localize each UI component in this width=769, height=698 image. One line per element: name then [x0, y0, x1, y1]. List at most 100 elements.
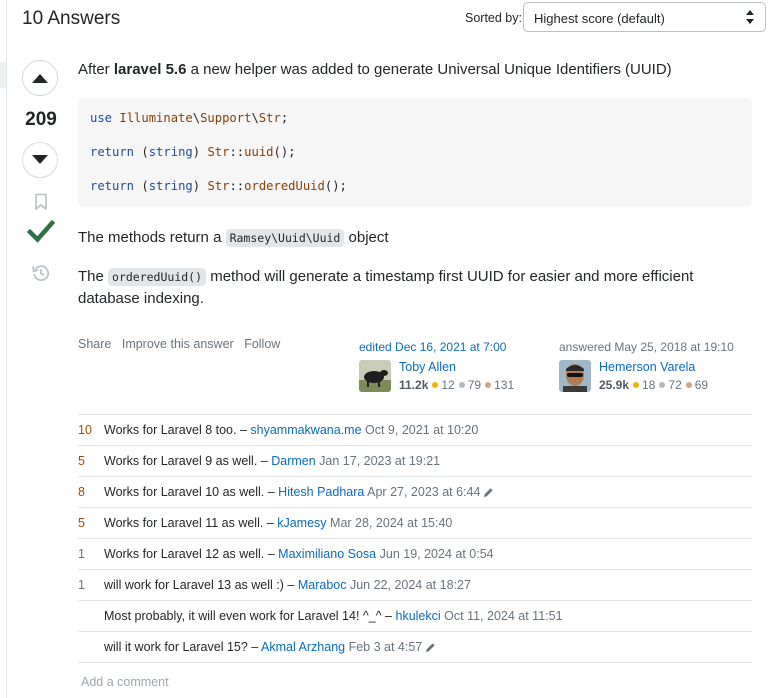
share-link[interactable]: Share [78, 337, 111, 351]
code-operator: :: [229, 145, 245, 159]
comment-date-link[interactable]: Mar 28, 2024 at 15:40 [330, 516, 452, 530]
code-paren: ) [192, 179, 201, 193]
code-function: orderedUuid [244, 179, 325, 193]
code-line-2: return (string) Str::uuid(); [90, 145, 296, 159]
comment-user-link[interactable]: Maraboc [298, 578, 347, 592]
add-comment-link[interactable]: Add a comment [81, 675, 169, 689]
code-class: Str [207, 179, 230, 193]
code-separator: \ [251, 111, 259, 125]
comment-score: 1 [78, 547, 85, 561]
comment-text: Works for Laravel 12 as well. – [104, 547, 275, 561]
edit-date-link[interactable]: edited Dec 16, 2021 at 7:00 [359, 340, 506, 354]
code-block: use Illuminate\Support\Str; return (stri… [78, 98, 752, 207]
comment-item: 10 Works for Laravel 8 too. – shyammakwa… [78, 415, 752, 446]
silver-badge-icon [458, 382, 465, 389]
answers-count-heading: 10 Answers [22, 8, 121, 29]
reputation-score: 11.2k [399, 378, 429, 392]
code-keyword: return [90, 179, 135, 193]
code-type: string [148, 179, 193, 193]
code-function: uuid [244, 145, 274, 159]
code-separator: \ [192, 111, 201, 125]
code-class: Str [258, 111, 281, 125]
pencil-icon [426, 643, 435, 653]
comment-score: 8 [78, 485, 85, 499]
comment-date-link[interactable]: Jan 17, 2023 at 19:21 [319, 454, 440, 468]
history-icon[interactable] [31, 263, 51, 283]
author-reputation: 25.9k 18 72 69 [599, 378, 708, 392]
answered-label: answered [559, 340, 612, 354]
inline-code: Ramsey\Uuid\Uuid [225, 229, 345, 247]
post-paragraph-3: The orderedUuid() method will generate a… [78, 266, 718, 310]
paragraph-text: The methods return a [78, 229, 226, 246]
comment-user-link[interactable]: shyammakwana.me [250, 423, 361, 437]
bronze-badge-count: 131 [494, 378, 515, 392]
answered-info: answered May 25, 2018 at 19:10 [559, 340, 734, 354]
comment-text: Works for Laravel 9 as well. – [104, 454, 268, 468]
left-border-marker [0, 62, 6, 88]
code-keyword: return [90, 145, 135, 159]
post-intro: After laravel 5.6 a new helper was added… [78, 59, 738, 81]
comment-user-link[interactable]: hkulekci [396, 609, 441, 623]
paragraph-text: The [78, 268, 109, 285]
post-intro-bold: laravel 5.6 [113, 61, 187, 78]
sort-select-value: Highest score (default) [534, 11, 665, 26]
editor-signature: edited Dec 16, 2021 at 7:00 Toby Allen 1… [359, 340, 514, 392]
editor-avatar-image [359, 360, 391, 392]
follow-link[interactable]: Follow [244, 337, 280, 351]
comment-date-link[interactable]: Oct 9, 2021 at 10:20 [365, 423, 478, 437]
silver-badge-count: 72 [668, 378, 682, 392]
bronze-badge-icon [485, 382, 492, 389]
comment-text: will work for Laravel 13 as well :) – [104, 578, 295, 592]
comment-text: Works for Laravel 10 as well. – [104, 485, 275, 499]
comment-score: 5 [78, 516, 85, 530]
edit-history-link[interactable]: edited Dec 16, 2021 at 7:00 [359, 340, 506, 354]
improve-answer-link[interactable]: Improve this answer [122, 337, 234, 351]
comment-user-link[interactable]: Hitesh Padhara [278, 485, 364, 499]
reputation-score: 25.9k [599, 378, 630, 392]
comment-date-link[interactable]: Jun 19, 2024 at 0:54 [380, 547, 494, 561]
avatar[interactable] [359, 360, 391, 392]
comment-score: 1 [78, 578, 85, 592]
editor-reputation: 11.2k 12 79 131 [399, 378, 514, 392]
comment-date-link[interactable]: Oct 11, 2024 at 11:51 [444, 609, 562, 623]
comment-date-link[interactable]: Jun 22, 2024 at 18:27 [350, 578, 471, 592]
gold-badge-icon [432, 382, 439, 389]
comment-user-link[interactable]: Akmal Arzhang [261, 640, 345, 654]
code-line-3: return (string) Str::orderedUuid(); [90, 179, 347, 193]
sort-select[interactable]: Highest score (default) [523, 2, 766, 32]
downvote-button[interactable] [22, 142, 58, 178]
code-operator: :: [229, 179, 245, 193]
inline-code: orderedUuid() [108, 268, 207, 286]
bookmark-icon[interactable] [33, 193, 49, 211]
answered-date: May 25, 2018 at 19:10 [614, 340, 734, 354]
comment-text: Most probably, it will even work for Lar… [104, 609, 393, 623]
comment-item: 5 Works for Laravel 9 as well. – Darmen … [78, 446, 752, 477]
bronze-badge-count: 69 [694, 378, 709, 392]
comment-score: 10 [78, 423, 92, 437]
comment-user-link[interactable]: Maximiliano Sosa [278, 547, 376, 561]
avatar[interactable] [559, 360, 591, 392]
comments-list: 10 Works for Laravel 8 too. – shyammakwa… [78, 414, 752, 663]
upvote-button[interactable] [22, 60, 58, 96]
sort-arrows-icon [746, 10, 754, 24]
code-call: (); [273, 145, 296, 159]
comment-item: 5 Works for Laravel 11 as well. – kJames… [78, 508, 752, 539]
post-menu: Share Improve this answer Follow [78, 337, 287, 351]
code-line-1: use Illuminate\Support\Str; [90, 111, 288, 125]
comment-item: 8 Works for Laravel 10 as well. – Hitesh… [78, 477, 752, 508]
comment-item: 1 will work for Laravel 13 as well :) – … [78, 570, 752, 601]
comment-date-link[interactable]: Feb 3 at 4:57 [349, 640, 423, 654]
left-border [6, 0, 7, 698]
gold-badge-count: 18 [642, 378, 656, 392]
comment-user-link[interactable]: Darmen [271, 454, 315, 468]
silver-badge-icon [659, 382, 666, 389]
paragraph-text: object [344, 229, 389, 246]
author-name-link[interactable]: Hemerson Varela [599, 360, 695, 374]
comment-date-link[interactable]: Apr 27, 2023 at 6:44 [367, 485, 480, 499]
editor-name-link[interactable]: Toby Allen [399, 360, 456, 374]
comment-user-link[interactable]: kJamesy [277, 516, 326, 530]
post-intro-after: a new helper was added to generate Unive… [186, 61, 672, 78]
code-keyword: use [90, 111, 113, 125]
comment-text: will it work for Laravel 15? – [104, 640, 259, 654]
code-call: (); [324, 179, 347, 193]
